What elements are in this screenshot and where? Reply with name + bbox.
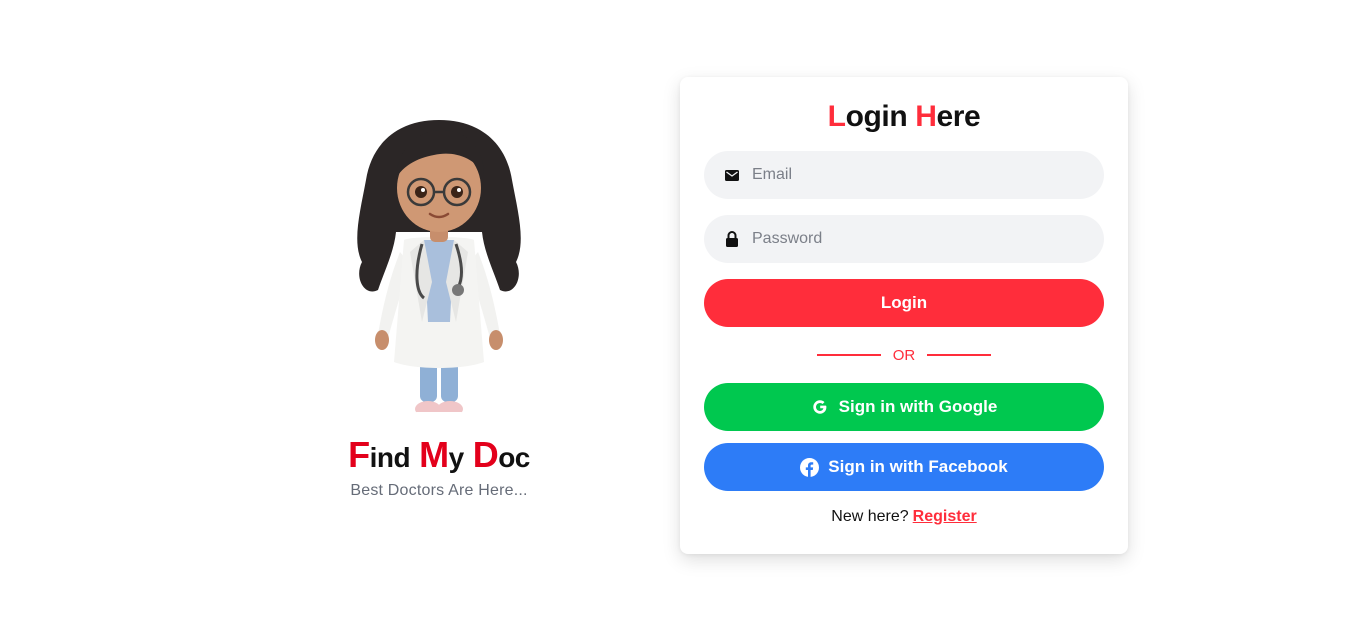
facebook-signin-label: Sign in with Facebook xyxy=(828,457,1008,476)
register-link[interactable]: Register xyxy=(913,508,977,525)
brand-title-word: oc xyxy=(498,442,530,473)
login-page: Find My Doc Best Doctors Are Here... Log… xyxy=(0,0,1365,629)
email-field[interactable] xyxy=(704,151,1104,199)
divider-line xyxy=(816,354,881,356)
login-card: Login Here Login OR Sign in with Goo xyxy=(680,77,1128,554)
brand-tagline: Best Doctors Are Here... xyxy=(350,482,528,499)
or-divider: OR xyxy=(680,343,1128,367)
password-field[interactable] xyxy=(704,215,1104,263)
login-title-initial: L xyxy=(827,100,846,133)
doctor-illustration xyxy=(357,120,521,417)
brand-title-initial: M xyxy=(419,434,449,475)
google-signin-button[interactable]: Sign in with Google xyxy=(704,383,1104,431)
brand-section: Find My Doc Best Doctors Are Here... xyxy=(339,112,539,500)
brand-title-word: y xyxy=(448,442,465,473)
login-title-initial: H xyxy=(915,100,937,133)
divider-label: OR xyxy=(892,346,916,364)
register-row: New here? Register xyxy=(680,508,1128,526)
brand-title-initial: D xyxy=(472,434,499,475)
facebook-icon xyxy=(800,457,820,477)
lock-icon xyxy=(724,231,740,247)
divider-line xyxy=(927,354,992,356)
brand-title-word: ind xyxy=(369,442,411,473)
register-prompt: New here? xyxy=(831,508,909,525)
facebook-signin-button[interactable]: Sign in with Facebook xyxy=(704,443,1104,491)
login-title-word: ere xyxy=(936,100,981,133)
login-button[interactable]: Login xyxy=(704,279,1104,327)
google-signin-label: Sign in with Google xyxy=(838,397,998,416)
envelope-icon xyxy=(724,167,740,183)
brand-title-initial: F xyxy=(348,434,370,475)
brand-title: Find My Doc xyxy=(348,434,530,475)
login-title: Login Here xyxy=(680,97,1128,137)
login-title-word: ogin xyxy=(845,100,908,133)
google-icon xyxy=(811,398,830,417)
email-input[interactable] xyxy=(752,166,1072,184)
password-input[interactable] xyxy=(752,230,1072,248)
